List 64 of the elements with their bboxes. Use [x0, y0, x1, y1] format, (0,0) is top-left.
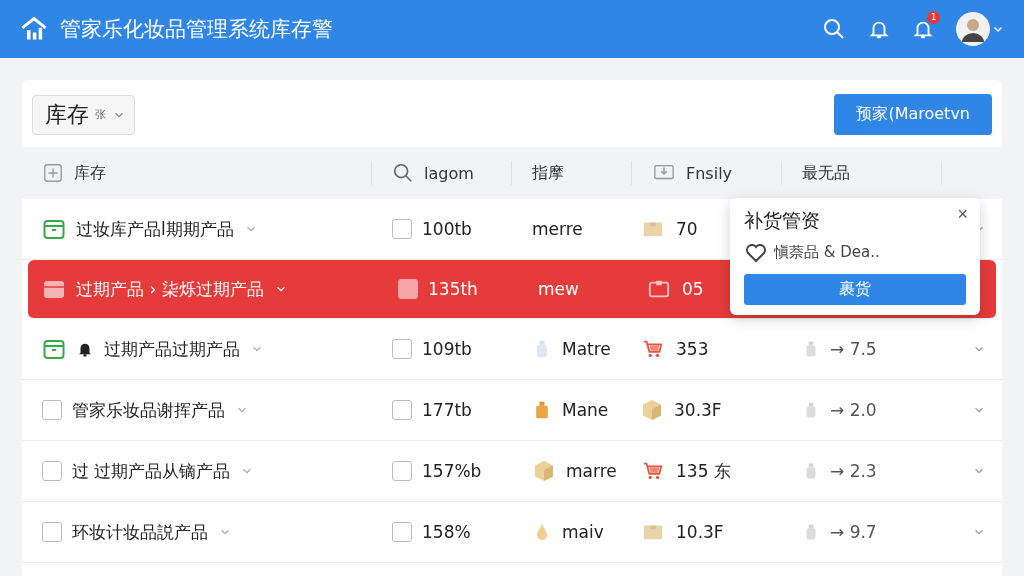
product-name: 管家乐妆品谢挥产品 — [72, 398, 225, 422]
stock-cell: 30.3F — [674, 400, 722, 420]
type-cell: marre — [566, 461, 617, 481]
quantity-cell: 135th — [428, 279, 478, 299]
quantity-cell: 158% — [422, 522, 471, 542]
popover-title: 补货管资 — [744, 208, 820, 232]
type-cell: maiv — [562, 522, 604, 542]
table-row[interactable]: 过期产品过期产品 109tb Matre 353 → 7.5 — [22, 319, 1002, 380]
trend-cell: → 9.7 — [830, 522, 877, 542]
column-header[interactable]: 最无品 — [802, 162, 850, 184]
row-checkbox[interactable] — [42, 522, 62, 542]
trend-cell: → 2.0 — [830, 400, 877, 420]
quantity-cell: 177tb — [422, 400, 472, 420]
box-icon — [42, 217, 66, 241]
notification-badge: 1 — [927, 11, 940, 24]
table-row[interactable]: 环妆计妆品説产品 158% maiv 10.3F → 9.7 — [22, 502, 1002, 563]
close-button[interactable]: × — [955, 202, 970, 227]
table-row[interactable]: 过 过期产品从镝产品 157%b marre 135 东 → 2.3 — [22, 441, 1002, 502]
category-select[interactable]: 库存 张 — [32, 94, 135, 135]
box-icon — [646, 278, 672, 300]
column-header[interactable]: 指摩 — [532, 162, 564, 184]
cube-icon — [640, 398, 664, 422]
product-name: 过期产品 › 柒烁过期产品 — [76, 277, 264, 301]
trend-cell: → 2.3 — [830, 461, 877, 481]
column-header[interactable]: Fnsily — [686, 163, 733, 183]
search-icon — [392, 162, 414, 184]
stock-cell: 135 东 — [676, 459, 731, 483]
quantity-checkbox[interactable] — [392, 461, 412, 481]
type-cell: merre — [532, 219, 583, 239]
cube-icon — [532, 459, 556, 483]
type-cell: Matre — [562, 339, 611, 359]
trend-cell: → 7.5 — [830, 339, 877, 359]
home-icon — [20, 15, 48, 43]
avatar-icon[interactable] — [956, 12, 990, 46]
quantity-cell: 157%b — [422, 461, 482, 481]
stock-cell: 70 — [676, 219, 698, 239]
quantity-cell: 100tb — [422, 219, 472, 239]
quantity-checkbox[interactable] — [392, 522, 412, 542]
quantity-cell: 109tb — [422, 339, 472, 359]
stock-cell: 05 — [682, 279, 704, 299]
row-checkbox[interactable] — [42, 461, 62, 481]
type-cell: mew — [538, 279, 579, 299]
type-cell: Mane — [562, 400, 609, 420]
table-row[interactable]: 管家乐妆品谢挥产品 177tb Mane 30.3F → 2.0 — [22, 380, 1002, 441]
quantity-checkbox[interactable] — [398, 279, 418, 299]
stock-cell: 353 — [676, 339, 709, 359]
quantity-checkbox[interactable] — [392, 219, 412, 239]
popover-item: 愼萘品 & Dea.. — [774, 242, 880, 262]
product-name: 过期产品过期产品 — [104, 337, 240, 361]
stock-cell: 10.3F — [676, 522, 724, 542]
product-name: 过 过期产品从镝产品 — [72, 459, 231, 483]
app-title: 管家乐化妆品管理系统库存警 — [60, 16, 334, 43]
quantity-checkbox[interactable] — [392, 400, 412, 420]
row-checkbox[interactable] — [42, 400, 62, 420]
product-name: 过妆库产品l期期产品 — [76, 217, 234, 241]
primary-button[interactable]: 预家(Maroetvn — [834, 94, 992, 135]
search-icon[interactable] — [822, 17, 846, 41]
quantity-checkbox[interactable] — [392, 339, 412, 359]
restock-button[interactable]: 裹货 — [744, 274, 966, 305]
product-name: 环妆计妆品説产品 — [72, 520, 208, 544]
column-header[interactable]: 库存 — [74, 162, 106, 184]
column-header[interactable]: lagom — [424, 163, 474, 183]
box-icon — [42, 337, 66, 361]
plus-icon — [42, 162, 64, 184]
